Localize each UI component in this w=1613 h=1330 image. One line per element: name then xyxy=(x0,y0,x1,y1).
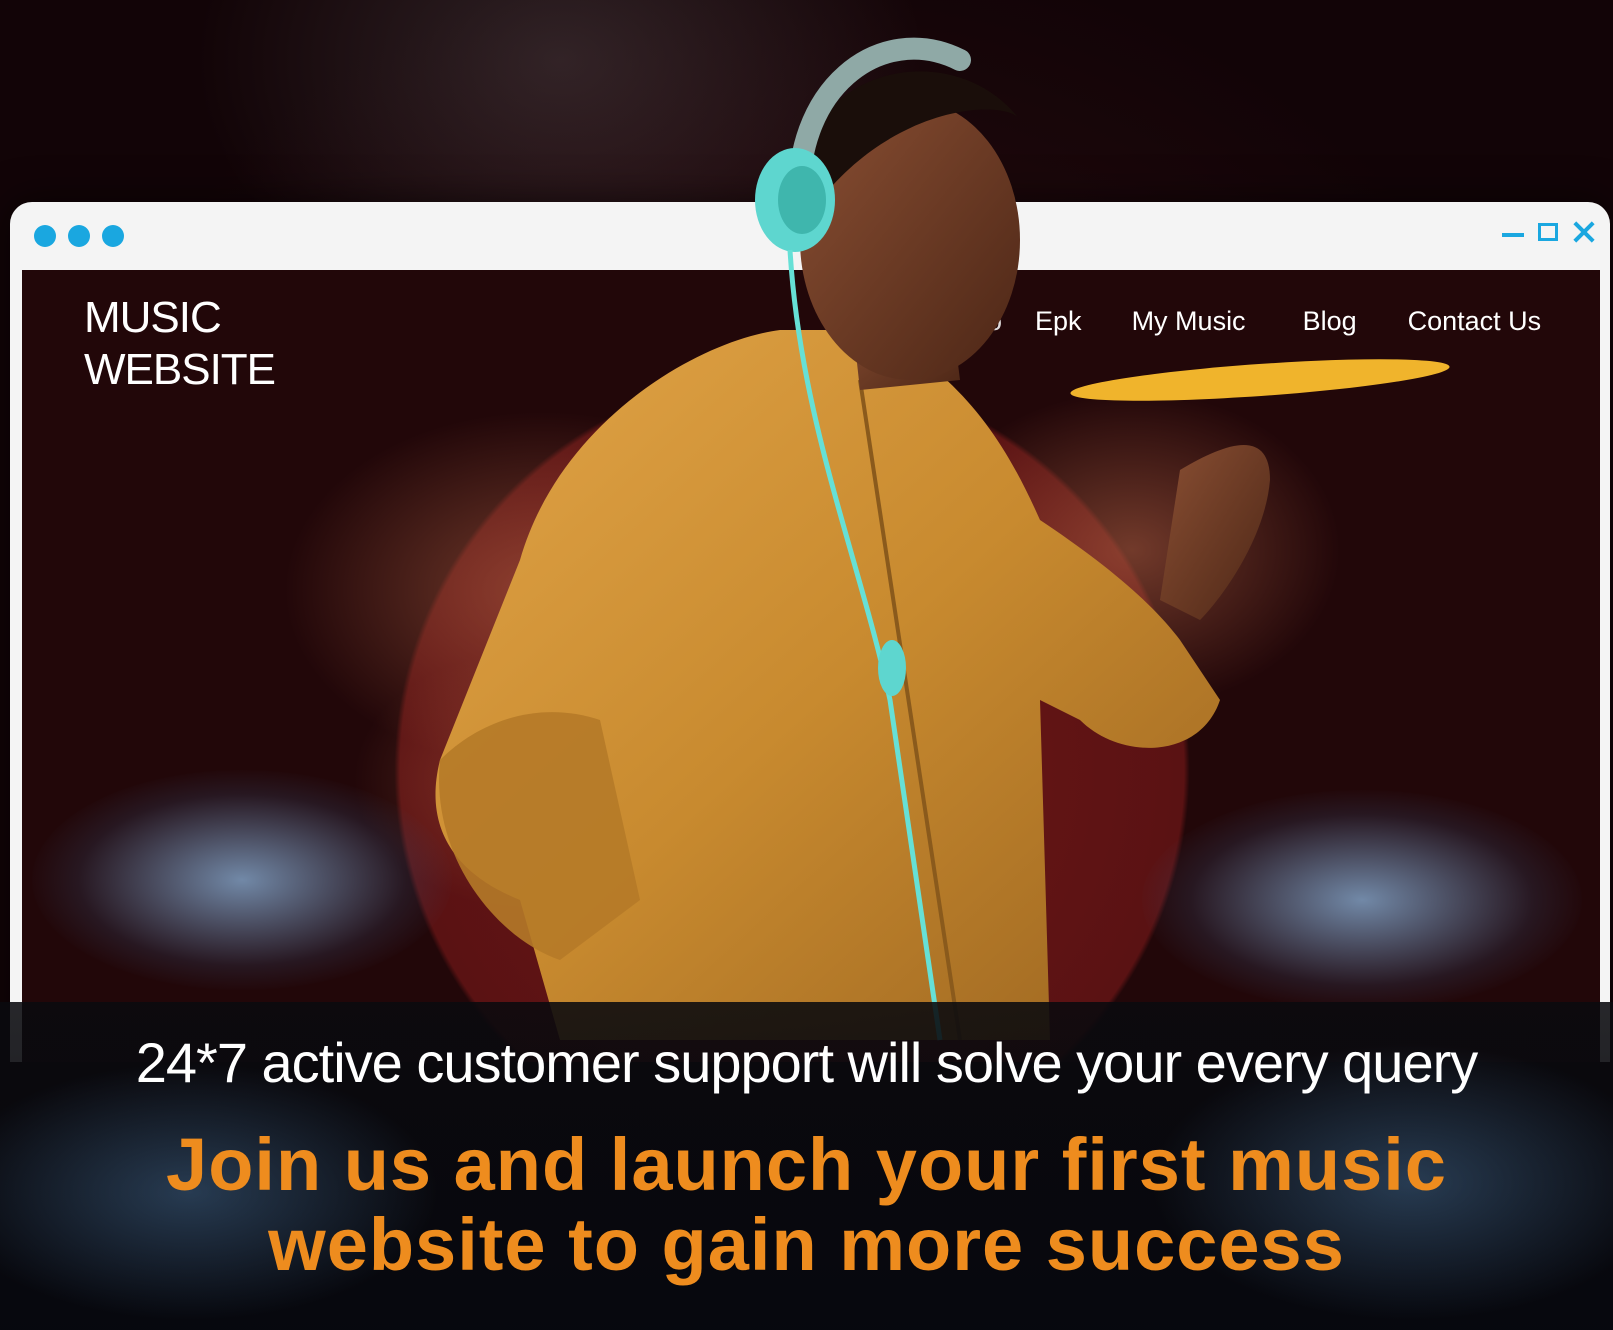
nav-item-my-music[interactable]: My Music xyxy=(1107,306,1278,337)
cloud-left xyxy=(32,770,452,990)
site-logo[interactable]: MUSIC WEBSITE xyxy=(84,292,276,396)
cta-line1: Join us and launch your first music xyxy=(166,1123,1447,1206)
window-dots xyxy=(34,225,124,247)
site-viewport: MUSIC WEBSITE o Epk My Music Blog Contac… xyxy=(22,270,1600,1062)
site-nav: o Epk My Music Blog Contact Us xyxy=(962,306,1566,337)
dot-icon xyxy=(102,225,124,247)
browser-window: MUSIC WEBSITE o Epk My Music Blog Contac… xyxy=(10,202,1610,1062)
cta-line2: website to gain more success xyxy=(268,1203,1345,1286)
window-controls xyxy=(1502,220,1596,244)
maximize-icon[interactable] xyxy=(1538,223,1558,241)
nav-item-contact-us[interactable]: Contact Us xyxy=(1383,306,1567,337)
dot-icon xyxy=(34,225,56,247)
nav-item-epk[interactable]: Epk xyxy=(1010,306,1107,337)
logo-line1: MUSIC xyxy=(84,293,222,342)
dot-icon xyxy=(68,225,90,247)
browser-titlebar xyxy=(10,202,1610,270)
cta-headline: Join us and launch your first music webs… xyxy=(0,1125,1613,1285)
close-icon[interactable] xyxy=(1572,220,1596,244)
logo-line2: WEBSITE xyxy=(84,345,276,394)
nav-item-partial[interactable]: o xyxy=(962,306,1010,337)
minimize-icon[interactable] xyxy=(1502,233,1524,237)
smoke-cloud xyxy=(922,390,1342,710)
cloud-right xyxy=(1142,790,1582,1010)
nav-item-blog[interactable]: Blog xyxy=(1278,306,1383,337)
support-text: 24*7 active customer support will solve … xyxy=(135,1031,1479,1094)
